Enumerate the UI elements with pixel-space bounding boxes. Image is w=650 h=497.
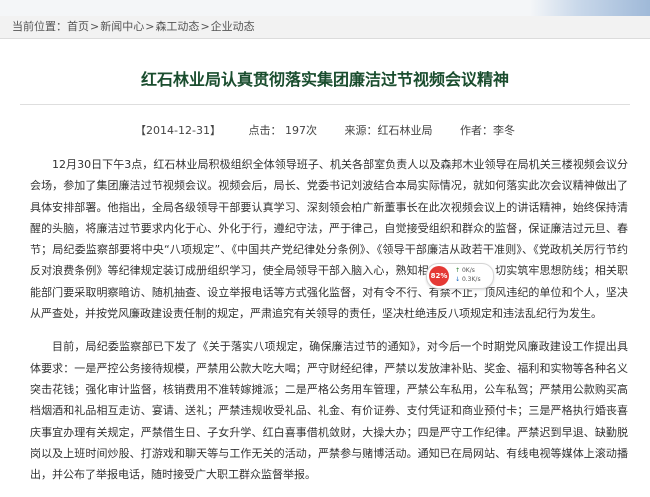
article-body: 12月30日下午3点，红石林业局积极组织全体领导班子、机关各部室负责人以及森邦木…: [30, 154, 628, 497]
breadcrumb-separator: >: [90, 20, 100, 33]
breadcrumb-item-home[interactable]: 首页: [67, 20, 89, 33]
banner-decoration: [530, 0, 650, 16]
top-banner: [0, 0, 650, 16]
upload-arrow-icon: ↑: [455, 267, 461, 274]
meta-date: 【2014-12-31】: [135, 124, 221, 137]
article-title: 红石林业局认真贯彻落实集团廉洁过节视频会议精神: [140, 70, 509, 89]
network-speed-widget[interactable]: 82% ↑ 0K/s ↓ 0.3K/s: [426, 263, 494, 289]
breadcrumb: 当前位置：首页>新闻中心>森工动态>企业动态: [0, 16, 650, 39]
meta-clicks: 点击： 197次: [248, 124, 317, 137]
download-speed: 0.3K/s: [461, 276, 481, 283]
breadcrumb-separator: >: [200, 20, 210, 33]
breadcrumb-item-forestry[interactable]: 森工动态: [155, 20, 199, 33]
upload-speed: 0K/s: [461, 267, 475, 274]
breadcrumb-item-enterprise[interactable]: 企业动态: [211, 20, 255, 33]
article-meta: 【2014-12-31】 点击： 197次 来源：红石林业局 作者：李冬: [0, 122, 650, 138]
speed-readout: ↑ 0K/s ↓ 0.3K/s: [455, 266, 481, 284]
download-arrow-icon: ↓: [455, 276, 461, 283]
title-divider: [20, 104, 630, 105]
article-paragraph: 目前，局纪委监察部已下发了《关于落实八项规定，确保廉洁过节的通知》，对今后一个时…: [30, 340, 628, 482]
breadcrumb-item-news[interactable]: 新闻中心: [100, 20, 144, 33]
meta-source: 来源：红石林业局: [344, 124, 433, 137]
article-paragraph: 12月30日下午3点，红石林业局积极组织全体领导班子、机关各部室负责人以及森邦木…: [30, 158, 628, 321]
breadcrumb-separator: >: [145, 20, 155, 33]
breadcrumb-label: 当前位置：: [12, 20, 67, 33]
memory-usage-badge[interactable]: 82%: [429, 266, 449, 286]
meta-author: 作者：李冬: [459, 124, 515, 137]
